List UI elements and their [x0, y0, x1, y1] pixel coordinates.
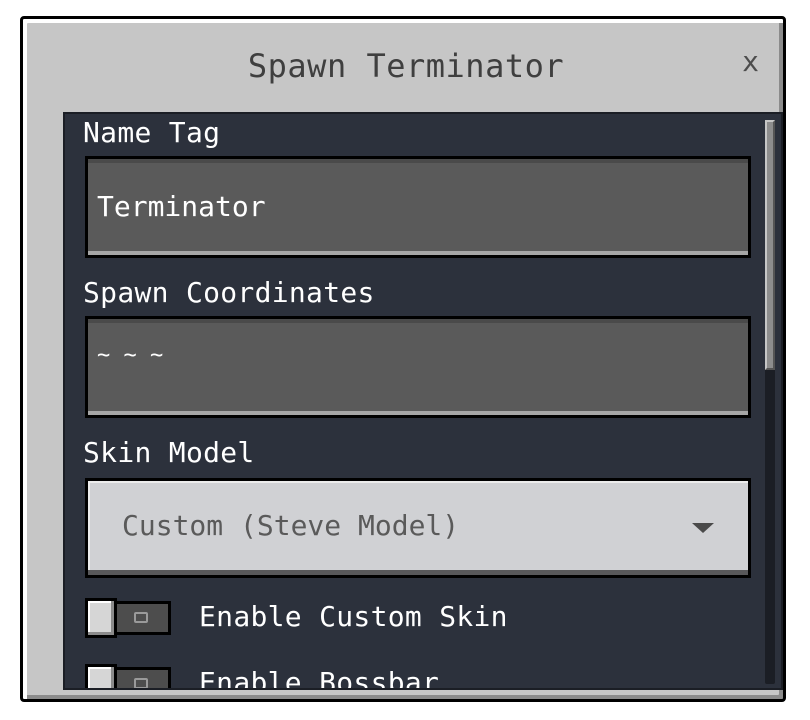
- toggle-knob: [85, 598, 117, 638]
- dialog-title: Spawn Terminator: [247, 47, 565, 85]
- enable-bossbar-toggle[interactable]: [85, 664, 173, 688]
- skin-model-dropdown[interactable]: Custom (Steve Model): [85, 478, 751, 578]
- scrollbar-thumb[interactable]: [765, 120, 775, 370]
- spawn-dialog: Spawn Terminator x Name Tag Terminator S…: [20, 16, 786, 702]
- name-tag-value: Terminator: [97, 190, 266, 223]
- toggle-track: [113, 667, 171, 688]
- name-tag-field[interactable]: Terminator: [85, 156, 751, 258]
- chevron-down-icon: [692, 523, 714, 533]
- name-tag-label: Name Tag: [83, 116, 221, 149]
- skin-model-selected: Custom (Steve Model): [122, 509, 460, 542]
- enable-bossbar-label: Enable Bossbar: [199, 666, 440, 690]
- enable-custom-skin-label: Enable Custom Skin: [199, 600, 508, 633]
- toggle-off-icon: [134, 612, 148, 623]
- toggle-off-icon: [134, 678, 148, 688]
- spawn-coordinates-field[interactable]: ~ ~ ~: [85, 316, 751, 418]
- form-scroll-area[interactable]: Name Tag Terminator Spawn Coordinates ~ …: [63, 112, 783, 690]
- skin-model-label: Skin Model: [83, 436, 255, 469]
- spawn-coordinates-label: Spawn Coordinates: [83, 276, 375, 309]
- close-icon[interactable]: x: [742, 45, 759, 78]
- toggle-knob: [85, 664, 117, 688]
- spawn-coordinates-value: ~ ~ ~: [97, 343, 164, 368]
- toggle-track: [113, 601, 171, 635]
- enable-custom-skin-toggle[interactable]: [85, 598, 173, 638]
